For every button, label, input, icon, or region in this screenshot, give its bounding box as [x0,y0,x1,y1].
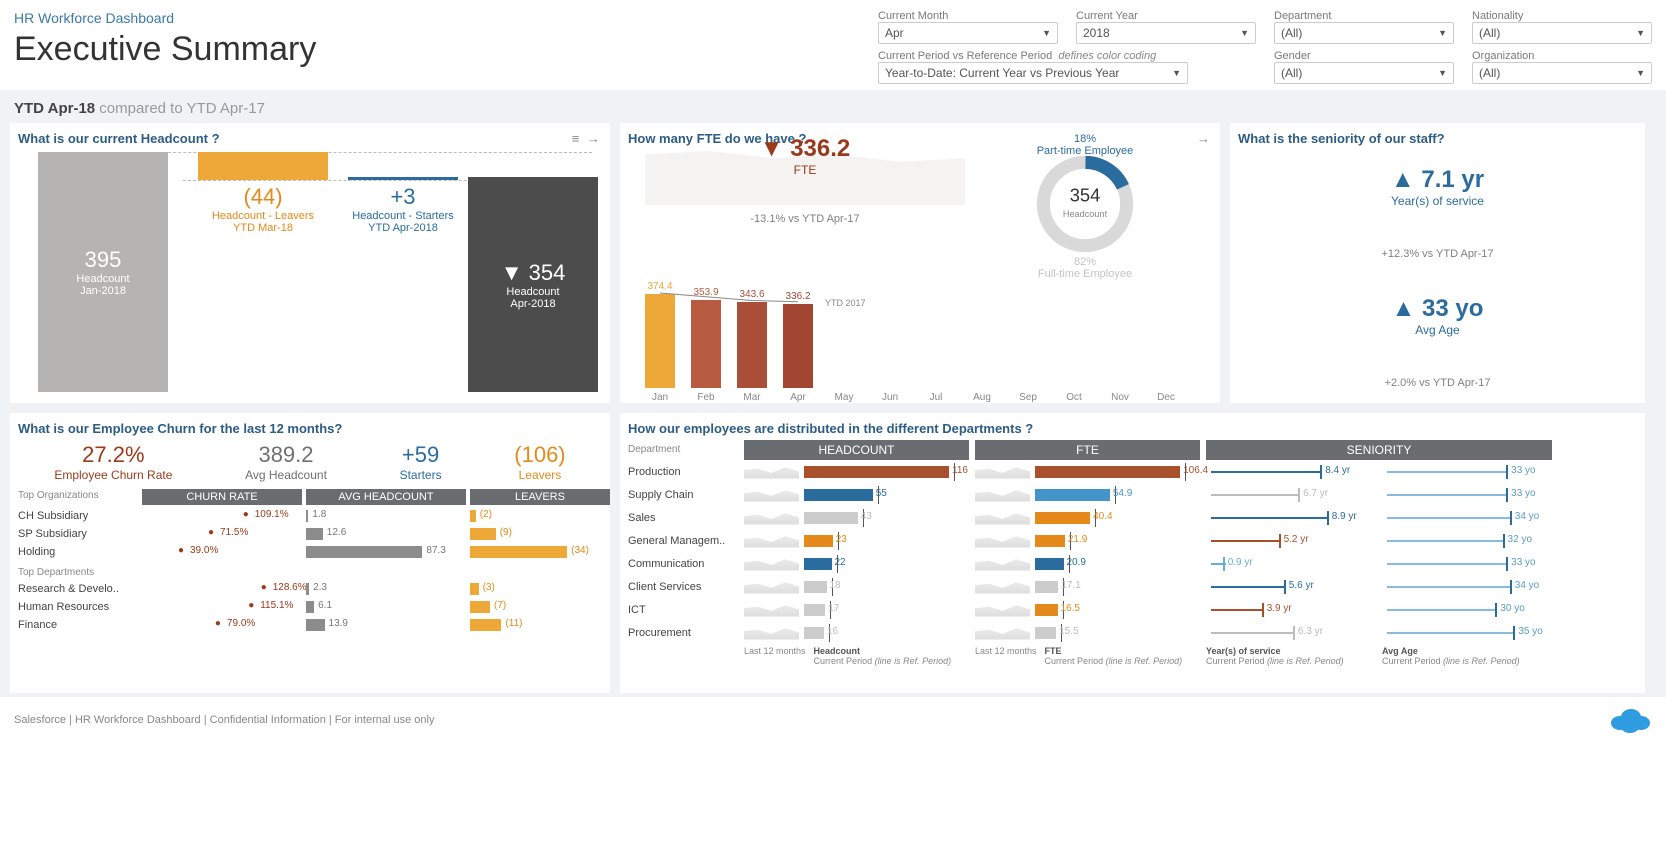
chart-dept-bars[interactable]: Production 116 106.4 8.4 yr 33 yo Supply… [628,460,1637,644]
filter-label: Organization [1472,50,1652,62]
filter-organization: Organization (All)▼ [1472,50,1652,84]
table-row[interactable]: General Managem.. 23 21.9 5.2 yr 32 yo [628,529,1637,552]
churn-leavers-value: (106) [514,442,565,468]
filter-label: Gender [1274,50,1454,62]
hint-text: defines color coding [1058,50,1156,62]
svg-text:Headcount: Headcount [1063,209,1108,219]
dropdown-gender[interactable]: (All)▼ [1274,62,1454,84]
table-row[interactable]: Finance ●79.0% 13.9 (11) [18,616,602,634]
table-row[interactable]: Research & Develo.. ●128.6% 2.3 (3) [18,580,602,598]
table-row[interactable]: Client Services 18 17.1 5.6 yr 34 yo [628,575,1637,598]
dropdown-current-year[interactable]: 2018▼ [1076,22,1256,44]
hc-starters-value: +3 [348,184,458,210]
dropdown-organization[interactable]: (All)▼ [1472,62,1652,84]
card-seniority: What is the seniority of our staff? ▲ 7.… [1230,123,1645,403]
dropdown-current-month[interactable]: Apr▼ [878,22,1058,44]
table-row[interactable]: Sales 43 40.4 8.9 yr 34 yo [628,506,1637,529]
dropdown-period-compare[interactable]: Year-to-Date: Current Year vs Previous Y… [878,62,1188,84]
card-dept: How our employees are distributed in the… [620,413,1645,693]
churn-starters-value: +59 [400,442,442,468]
context-line: YTD Apr-18 compared to YTD Apr-17 [10,100,1656,117]
card-headcount: What is our current Headcount ? ≡ → 395 … [10,123,610,403]
arrow-down-icon: ▼ [760,135,784,162]
filter-label: Current Year [1076,10,1256,22]
filter-label: Current Period vs Reference Period [878,50,1052,62]
salesforce-logo-icon [1608,705,1652,735]
age-value: 33 yo [1422,295,1483,322]
table-row[interactable]: Procurement 16 15.5 6.3 yr 35 yo [628,621,1637,644]
table-row[interactable]: CH Subsidiary ●109.1% 1.8 (2) [18,507,602,525]
card-title: How our employees are distributed in the… [628,421,1637,436]
chevron-down-icon: ▼ [1240,28,1249,38]
page-title: Executive Summary [14,30,316,69]
chevron-down-icon: ▼ [1172,68,1181,78]
filter-department: Department (All)▼ [1274,10,1454,44]
fte-delta: -13.1% vs YTD Apr-17 [645,213,965,225]
footer-text: Salesforce | HR Workforce Dashboard | Co… [14,714,434,726]
churn-rate-value: 27.2% [54,442,172,468]
chevron-down-icon: ▼ [1438,28,1447,38]
service-value: 7.1 yr [1421,166,1484,193]
filter-current-year: Current Year 2018▼ [1076,10,1256,44]
filter-label: Current Month [878,10,1058,22]
filter-period-compare: Current Period vs Reference Period defin… [878,50,1188,84]
arrow-up-icon: ▲ [1391,166,1415,193]
hc-end-value: 354 [529,260,566,285]
arrow-down-icon: ▼ [501,260,523,285]
hc-leavers-value: (44) [198,184,328,210]
card-title: What is our Employee Churn for the last … [18,421,602,436]
filter-label: Nationality [1472,10,1652,22]
chevron-down-icon: ▼ [1636,68,1645,78]
chart-headcount-waterfall[interactable]: 395 Headcount Jan-2018 (44) Headcount - … [18,152,602,392]
card-fte: How many FTE do we have ? → ▼ 336.2 FTE … [620,123,1220,403]
svg-text:354: 354 [1070,184,1101,205]
chart-churn-tables[interactable]: Top Organizations CHURN RATEAVG HEADCOUN… [18,490,602,634]
chart-fte-donut[interactable]: 18%Part-time Employee 354 Headcount 82%F… [975,133,1195,280]
table-row[interactable]: SP Subsidiary ●71.5% 12.6 (9) [18,525,602,543]
table-row[interactable]: Holding ●39.0% 87.3 (34) [18,543,602,561]
table-row[interactable]: Supply Chain 55 54.9 6.7 yr 33 yo [628,483,1637,506]
filter-current-month: Current Month Apr▼ [878,10,1058,44]
table-row[interactable]: Human Resources ●115.1% 6.1 (7) [18,598,602,616]
card-arrow-button[interactable]: → [1197,131,1212,146]
fte-value: 336.2 [790,135,850,162]
breadcrumb[interactable]: HR Workforce Dashboard [14,10,316,26]
churn-avghc-value: 389.2 [245,442,327,468]
arrow-up-icon: ▲ [1392,295,1416,322]
chevron-down-icon: ▼ [1438,68,1447,78]
card-churn: What is our Employee Churn for the last … [10,413,610,693]
chevron-down-icon: ▼ [1636,28,1645,38]
card-title: What is our current Headcount ? [18,131,602,146]
table-row[interactable]: ICT 17 16.5 3.9 yr 30 yo [628,598,1637,621]
filter-gender: Gender (All)▼ [1274,50,1454,84]
hc-start-value: 395 [38,247,168,273]
chart-fte-monthly[interactable]: Jan374.4Feb353.9Mar343.6Apr336.2MayJunJu… [645,278,1205,403]
chevron-down-icon: ▼ [1042,28,1051,38]
filter-label: Department [1274,10,1454,22]
card-menu-button[interactable]: ≡ → [572,131,602,146]
dropdown-department[interactable]: (All)▼ [1274,22,1454,44]
table-row[interactable]: Production 116 106.4 8.4 yr 33 yo [628,460,1637,483]
filter-nationality: Nationality (All)▼ [1472,10,1652,44]
table-row[interactable]: Communication 22 20.9 0.9 yr 33 yo [628,552,1637,575]
card-title: What is the seniority of our staff? [1238,131,1637,146]
dropdown-nationality[interactable]: (All)▼ [1472,22,1652,44]
